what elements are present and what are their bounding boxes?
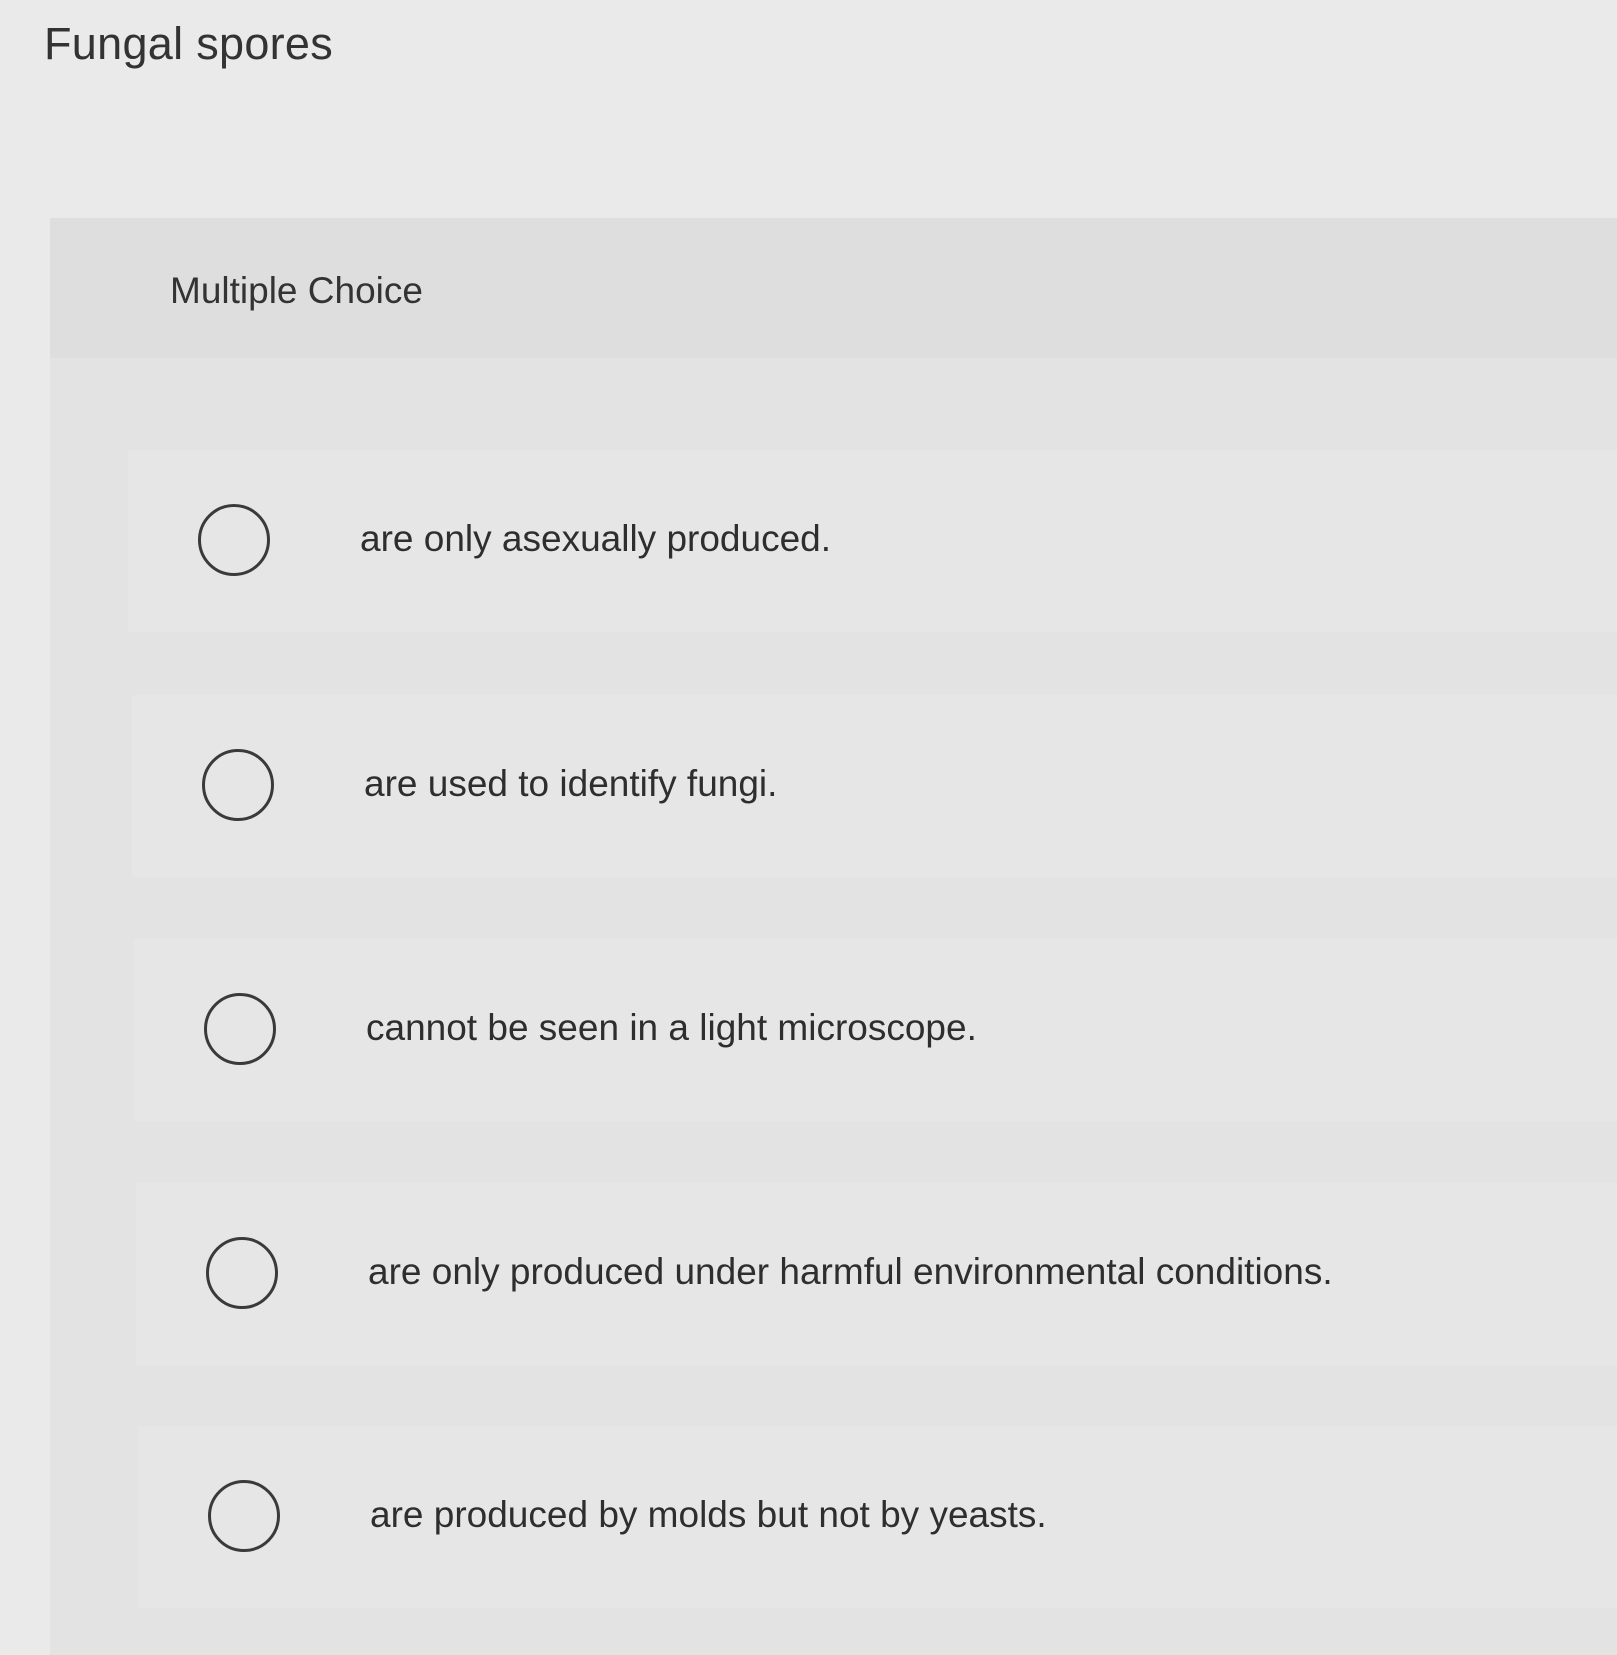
choice-label: are used to identify fungi.	[364, 763, 778, 804]
question-panel: Multiple Choice are only asexually produ…	[50, 218, 1617, 1655]
choice-label: are only produced under harmful environm…	[368, 1251, 1333, 1292]
radio-button-icon[interactable]	[208, 1480, 280, 1552]
radio-button-icon[interactable]	[202, 749, 274, 821]
choice-option-2[interactable]: are used to identify fungi.	[132, 695, 1617, 877]
choice-label: are only asexually produced.	[360, 518, 832, 559]
choice-list: are only asexually produced. are used to…	[50, 218, 1617, 1655]
choice-option-4[interactable]: are only produced under harmful environm…	[136, 1183, 1617, 1365]
choice-option-1[interactable]: are only asexually produced.	[128, 450, 1617, 632]
radio-button-icon[interactable]	[206, 1237, 278, 1309]
question-stem: Fungal spores	[44, 18, 334, 69]
radio-button-icon[interactable]	[198, 504, 270, 576]
choice-option-5[interactable]: are produced by molds but not by yeasts.	[138, 1426, 1617, 1608]
choice-label: are produced by molds but not by yeasts.	[370, 1494, 1047, 1535]
choice-label: cannot be seen in a light microscope.	[366, 1007, 977, 1048]
radio-button-icon[interactable]	[204, 993, 276, 1065]
choice-option-3[interactable]: cannot be seen in a light microscope.	[134, 939, 1617, 1121]
